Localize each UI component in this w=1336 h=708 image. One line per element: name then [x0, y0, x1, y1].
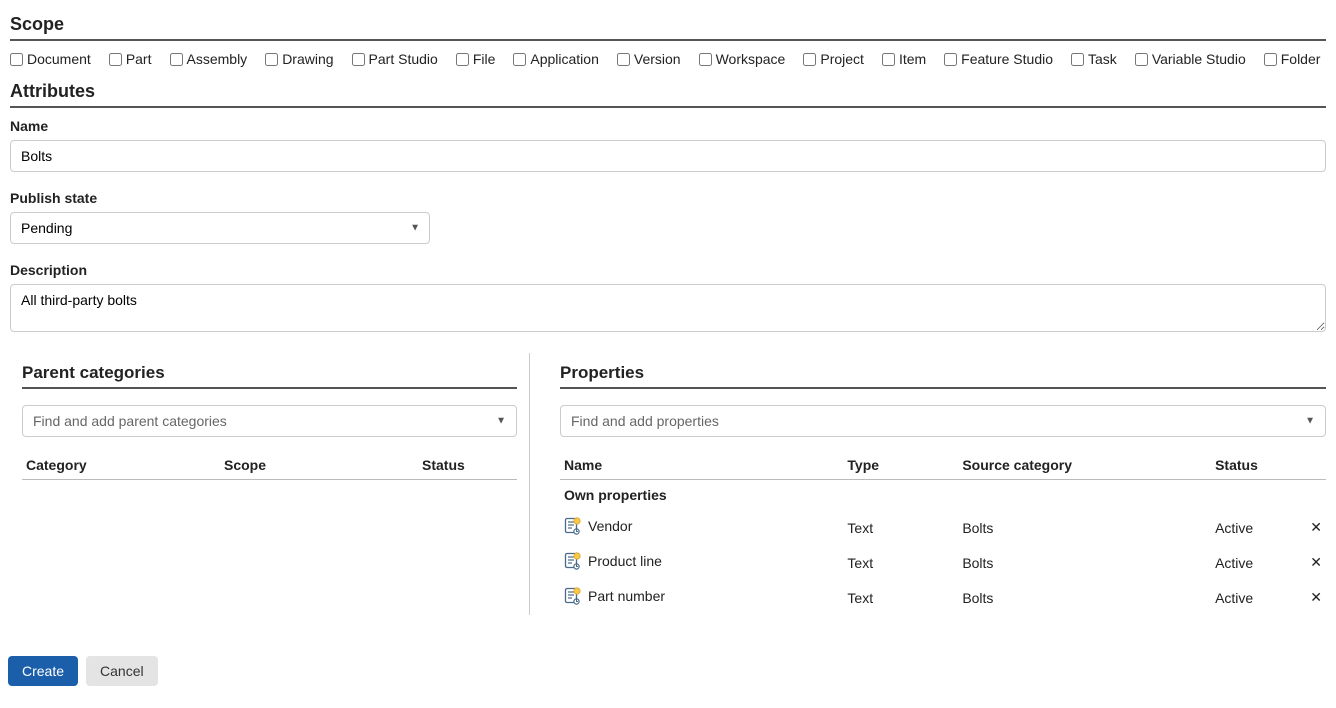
scope-header: Scope [10, 14, 1326, 35]
property-row: Part number TextBoltsActive✕ [560, 580, 1326, 615]
publish-state-label: Publish state [10, 190, 1326, 206]
remove-property-button[interactable]: ✕ [1288, 580, 1326, 615]
scope-checkbox[interactable] [10, 53, 23, 66]
parent-categories-header: Parent categories [22, 363, 517, 383]
col-type: Type [843, 451, 958, 480]
chevron-down-icon: ▼ [496, 416, 506, 427]
scope-checkbox[interactable] [1264, 53, 1277, 66]
scope-item-file[interactable]: File [456, 51, 496, 67]
scope-checkbox[interactable] [170, 53, 183, 66]
parent-categories-search-placeholder: Find and add parent categories [33, 413, 227, 429]
properties-search[interactable]: Find and add properties ▼ [560, 405, 1326, 437]
property-icon [564, 587, 582, 608]
scope-item-document[interactable]: Document [10, 51, 91, 67]
scope-checkbox[interactable] [882, 53, 895, 66]
property-row: Vendor TextBoltsActive✕ [560, 510, 1326, 545]
scope-checkbox[interactable] [699, 53, 712, 66]
property-source: Bolts [958, 510, 1211, 545]
scope-checkbox[interactable] [265, 53, 278, 66]
scope-label: Assembly [187, 51, 248, 67]
scope-label: Project [820, 51, 864, 67]
attributes-divider [10, 106, 1326, 108]
col-source: Source category [958, 451, 1211, 480]
scope-checkbox[interactable] [803, 53, 816, 66]
property-status: Active [1211, 580, 1288, 615]
property-type: Text [843, 580, 958, 615]
scope-label: Part [126, 51, 152, 67]
scope-label: Application [530, 51, 599, 67]
scope-label: Folder [1281, 51, 1321, 67]
publish-state-select[interactable]: Pending [10, 212, 430, 244]
scope-checkbox[interactable] [456, 53, 469, 66]
scope-item-variable-studio[interactable]: Variable Studio [1135, 51, 1246, 67]
col-name: Name [560, 451, 843, 480]
attributes-header: Attributes [10, 81, 1326, 102]
property-type: Text [843, 510, 958, 545]
scope-item-folder[interactable]: Folder [1264, 51, 1321, 67]
scope-label: Item [899, 51, 926, 67]
scope-checkbox[interactable] [352, 53, 365, 66]
parent-categories-table: Category Scope Status [22, 451, 517, 480]
property-type: Text [843, 545, 958, 580]
scope-label: Drawing [282, 51, 333, 67]
scope-item-version[interactable]: Version [617, 51, 681, 67]
description-textarea[interactable] [10, 284, 1326, 332]
scope-item-assembly[interactable]: Assembly [170, 51, 248, 67]
property-name: Product line [588, 553, 662, 569]
chevron-down-icon: ▼ [1305, 416, 1315, 427]
property-name: Part number [588, 588, 665, 604]
name-label: Name [10, 118, 1326, 134]
scope-label: Document [27, 51, 91, 67]
own-properties-label: Own properties [560, 480, 1326, 511]
parent-categories-divider [22, 387, 517, 389]
properties-header: Properties [560, 363, 1326, 383]
scope-label: Variable Studio [1152, 51, 1246, 67]
name-input[interactable] [10, 140, 1326, 172]
scope-checkbox[interactable] [109, 53, 122, 66]
col-status: Status [1211, 451, 1288, 480]
scope-checkbox-list: Document Part Assembly Drawing Part Studio Fi… [10, 51, 1326, 67]
scope-label: Task [1088, 51, 1117, 67]
property-source: Bolts [958, 580, 1211, 615]
description-label: Description [10, 262, 1326, 278]
scope-item-project[interactable]: Project [803, 51, 864, 67]
scope-checkbox[interactable] [617, 53, 630, 66]
scope-label: File [473, 51, 496, 67]
property-row: Product line TextBoltsActive✕ [560, 545, 1326, 580]
scope-label: Version [634, 51, 681, 67]
scope-item-drawing[interactable]: Drawing [265, 51, 333, 67]
property-status: Active [1211, 545, 1288, 580]
scope-item-part-studio[interactable]: Part Studio [352, 51, 438, 67]
remove-property-button[interactable]: ✕ [1288, 545, 1326, 580]
properties-divider [560, 387, 1326, 389]
scope-label: Part Studio [369, 51, 438, 67]
scope-label: Workspace [716, 51, 786, 67]
scope-item-feature-studio[interactable]: Feature Studio [944, 51, 1053, 67]
remove-property-button[interactable]: ✕ [1288, 510, 1326, 545]
property-status: Active [1211, 510, 1288, 545]
scope-item-application[interactable]: Application [513, 51, 599, 67]
scope-checkbox[interactable] [1071, 53, 1084, 66]
col-status: Status [418, 451, 517, 480]
cancel-button[interactable]: Cancel [86, 656, 158, 686]
scope-checkbox[interactable] [513, 53, 526, 66]
properties-search-placeholder: Find and add properties [571, 413, 719, 429]
scope-checkbox[interactable] [1135, 53, 1148, 66]
parent-categories-search[interactable]: Find and add parent categories ▼ [22, 405, 517, 437]
scope-label: Feature Studio [961, 51, 1053, 67]
scope-item-task[interactable]: Task [1071, 51, 1117, 67]
property-source: Bolts [958, 545, 1211, 580]
scope-checkbox[interactable] [944, 53, 957, 66]
property-name: Vendor [588, 518, 632, 534]
property-icon [564, 552, 582, 573]
scope-item-workspace[interactable]: Workspace [699, 51, 786, 67]
create-button[interactable]: Create [8, 656, 78, 686]
scope-item-part[interactable]: Part [109, 51, 152, 67]
col-scope: Scope [220, 451, 418, 480]
col-category: Category [22, 451, 220, 480]
scope-divider [10, 39, 1326, 41]
properties-table: Name Type Source category Status Own pro… [560, 451, 1326, 615]
scope-item-item[interactable]: Item [882, 51, 926, 67]
property-icon [564, 517, 582, 538]
